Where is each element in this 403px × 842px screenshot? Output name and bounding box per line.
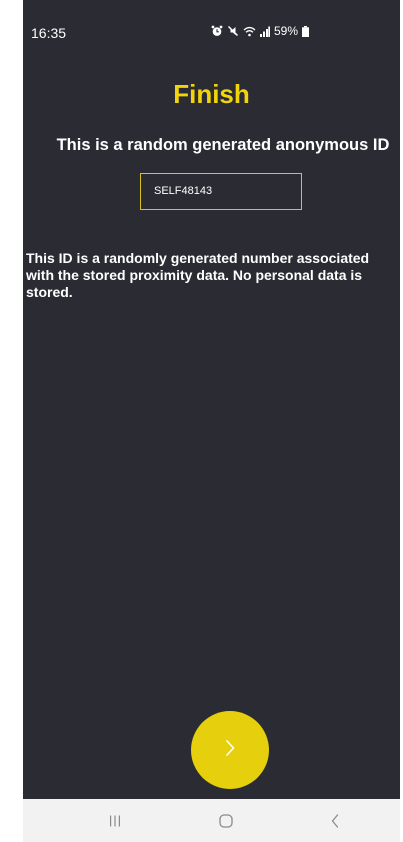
battery-percent: 59% — [274, 24, 299, 38]
battery-icon — [302, 25, 310, 37]
page-subtitle: This is a random generated anonymous ID — [56, 136, 390, 154]
next-button[interactable] — [191, 711, 269, 789]
alarm-icon — [211, 25, 223, 37]
status-time: 16:35 — [31, 25, 67, 41]
mute-icon — [227, 25, 239, 37]
chevron-right-icon — [223, 738, 237, 763]
recent-apps-icon[interactable] — [103, 811, 127, 831]
back-icon[interactable] — [323, 811, 347, 831]
status-bar: 16:35 59% — [23, 0, 400, 64]
status-icons: 59% — [211, 24, 310, 38]
info-text: This ID is a randomly generated number a… — [26, 250, 370, 300]
page-title: Finish — [173, 79, 250, 109]
home-icon[interactable] — [214, 811, 238, 831]
app-screen: 16:35 59% Finish This is a random genera… — [23, 0, 400, 799]
device: 16:35 59% Finish This is a random genera… — [23, 0, 400, 842]
anonymous-id-field[interactable]: SELF48143 — [140, 173, 302, 210]
wifi-icon — [243, 26, 256, 37]
system-nav-bar — [23, 799, 400, 842]
signal-icon — [260, 26, 270, 37]
